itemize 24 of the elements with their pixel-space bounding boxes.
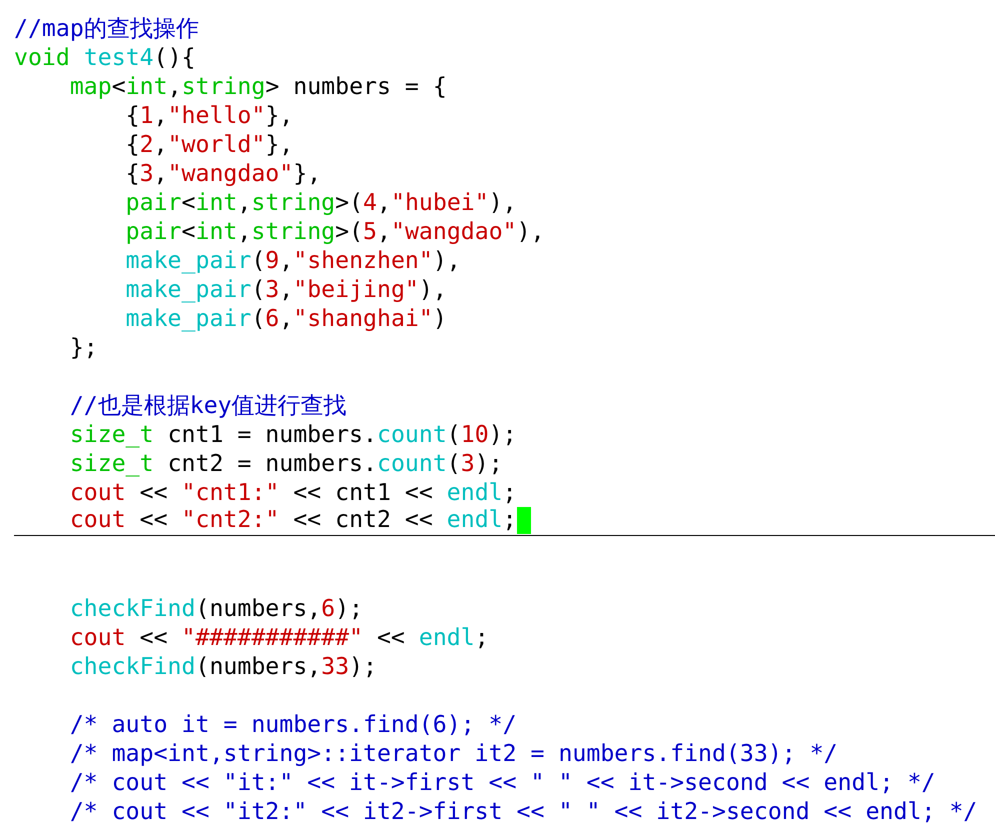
code-line: /* cout << "it:" << it->first << " " << it->second << endl; */: [68, 768, 936, 797]
code-line: map<int,string> numbers = {: [68, 72, 447, 101]
code-line: checkFind(numbers,6);: [68, 594, 364, 623]
code-line: cout << "cnt2:" << cnt2 << endl;: [68, 507, 517, 535]
code-line: pair<int,string>(5,"wangdao"),: [124, 217, 545, 246]
code-line: //map的查找操作: [14, 14, 199, 43]
code-line: /* auto it = numbers.find(6); */: [68, 710, 517, 739]
code-line: {3,"wangdao"},: [124, 159, 322, 188]
code-line: checkFind(numbers,33);: [68, 652, 377, 681]
code-line: {1,"hello"},: [124, 101, 294, 130]
code-line: pair<int,string>(4,"hubei"),: [124, 188, 517, 217]
code-line: cout << "cnt1:" << cnt1 << endl;: [68, 478, 517, 507]
code-line: void test4(){: [14, 43, 196, 72]
code-line: /* map<int,string>::iterator it2 = numbers.find(33); */: [68, 739, 838, 768]
code-line: };: [68, 333, 98, 362]
code-line: size_t cnt1 = numbers.count(10);: [68, 420, 517, 449]
code-line: /* cout << "it2:" << it2->first << " " << it2->second << endl; */: [68, 797, 978, 826]
code-line: make_pair(9,"shenzhen"),: [124, 246, 461, 275]
code-line: //也是根据key值进行查找: [68, 391, 347, 420]
code-line: cout << "###########" << endl;: [68, 623, 489, 652]
code-line: make_pair(3,"beijing"),: [124, 275, 447, 304]
code-line: size_t cnt2 = numbers.count(3);: [68, 449, 503, 478]
code-line: {2,"world"},: [124, 130, 294, 159]
code-line: make_pair(6,"shanghai"): [124, 304, 447, 333]
